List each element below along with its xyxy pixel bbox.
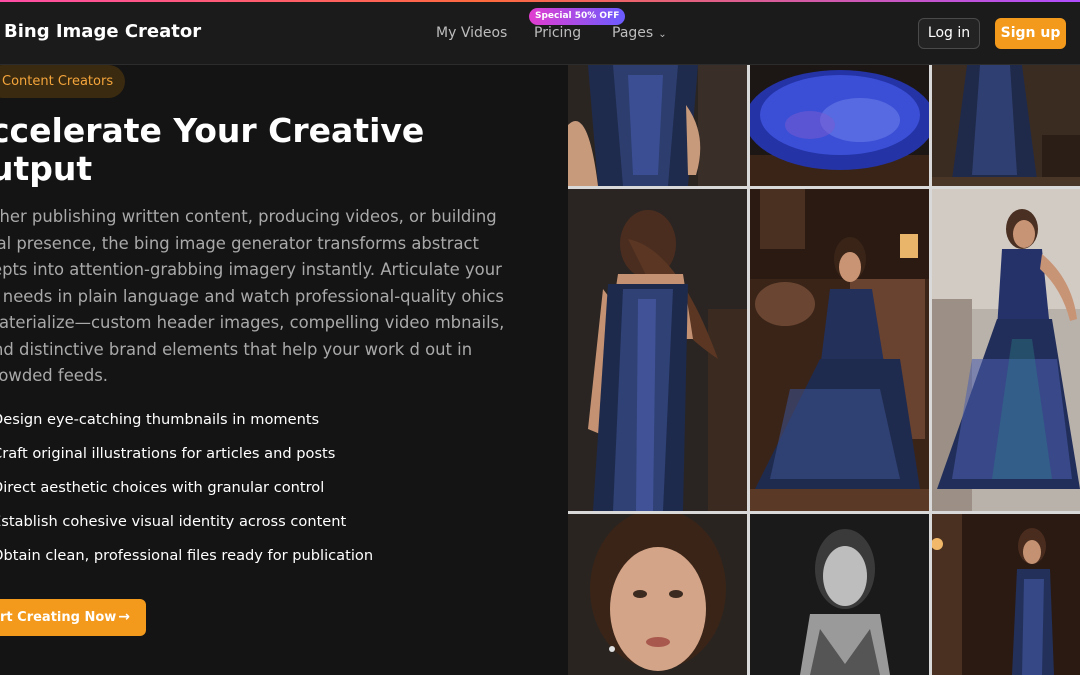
gallery-image-woman-seated[interactable] <box>750 189 929 511</box>
gallery-image-woman-back[interactable] <box>568 189 747 511</box>
start-creating-button[interactable]: rt Creating Now → <box>0 599 146 636</box>
nav-pages-dropdown[interactable]: Pages ⌄ <box>612 25 667 41</box>
feature-list: Design eye-catching thumbnails in moment… <box>0 411 552 581</box>
gallery-image-woman-dark-room[interactable] <box>932 514 1080 675</box>
feature-item: Direct aesthetic choices with granular c… <box>0 479 325 496</box>
nav-my-videos[interactable]: My Videos <box>436 25 507 41</box>
hero-title-line2: utput <box>0 149 93 188</box>
feature-item: Craft original illustrations for article… <box>0 445 336 462</box>
gallery-image-woman-dancing[interactable] <box>932 189 1080 511</box>
hero-title-line1: ccelerate Your Creative <box>0 111 425 150</box>
promo-badge: Special 50% OFF <box>529 8 626 25</box>
gallery-image-gown-full[interactable] <box>932 65 1080 186</box>
chevron-down-icon: ⌄ <box>658 29 667 40</box>
gallery-image-woman-portrait[interactable] <box>568 514 747 675</box>
hero-description: ether publishing written content, produc… <box>0 207 505 385</box>
nav-pages-label: Pages <box>612 25 654 41</box>
feature-item: Establish cohesive visual identity acros… <box>0 513 347 530</box>
login-button[interactable]: Log in <box>918 18 980 49</box>
nav-pricing[interactable]: Pricing <box>534 25 581 41</box>
feature-item: Design eye-catching thumbnails in moment… <box>0 411 320 428</box>
site-header: Bing Image Creator My Videos Pricing Spe… <box>0 2 1080 65</box>
gallery-image-gown-back[interactable] <box>568 65 747 186</box>
brand-logo-text[interactable]: Bing Image Creator <box>4 21 201 42</box>
cta-label: rt Creating Now <box>0 610 117 625</box>
feature-item: Obtain clean, professional files ready f… <box>0 547 374 564</box>
hero-title: ccelerate Your Creative utput <box>0 112 550 188</box>
image-gallery <box>568 65 1080 675</box>
arrow-right-icon: → <box>118 609 130 625</box>
signup-button[interactable]: Sign up <box>995 18 1066 49</box>
gallery-image-bw-portrait[interactable] <box>750 514 929 675</box>
gallery-image-gown-twirl[interactable] <box>750 65 929 186</box>
category-pill: Content Creators <box>0 65 125 98</box>
